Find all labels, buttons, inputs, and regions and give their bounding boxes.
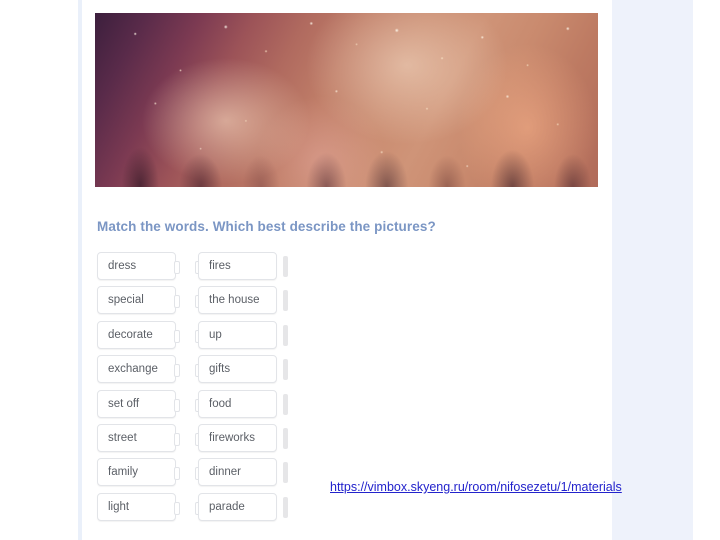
materials-url-link[interactable]: https://vimbox.skyeng.ru/room/nifosezetu… bbox=[330, 479, 675, 496]
word-chip-left[interactable]: family bbox=[97, 458, 176, 487]
connector-nub-icon[interactable] bbox=[174, 467, 180, 481]
word-chip-left[interactable]: light bbox=[97, 492, 176, 521]
drag-handle-icon[interactable] bbox=[283, 393, 288, 415]
connector-nub-icon[interactable] bbox=[174, 432, 180, 446]
word-chip-right[interactable]: the house bbox=[198, 286, 277, 315]
word-chip-right[interactable]: gifts bbox=[198, 355, 277, 384]
word-chip-left[interactable]: dress bbox=[97, 252, 176, 280]
connector-nub-icon[interactable] bbox=[174, 501, 180, 515]
connector-nub-icon[interactable] bbox=[174, 261, 180, 274]
exercise-title: Match the words. Which best describe the… bbox=[97, 219, 436, 234]
drag-handle-icon[interactable] bbox=[283, 496, 288, 518]
drag-handle-icon[interactable] bbox=[283, 256, 288, 277]
right-side-panel bbox=[612, 0, 693, 540]
word-chip-right[interactable]: up bbox=[198, 320, 277, 349]
word-chip-left[interactable]: set off bbox=[97, 389, 176, 418]
word-chip-right[interactable]: fireworks bbox=[198, 423, 277, 452]
drag-handle-icon[interactable] bbox=[283, 290, 288, 312]
word-chip-right[interactable]: parade bbox=[198, 492, 277, 521]
connector-nub-icon[interactable] bbox=[174, 329, 180, 343]
drag-handle-icon[interactable] bbox=[283, 427, 288, 449]
word-chip-right[interactable]: dinner bbox=[198, 458, 277, 487]
word-chip-left[interactable]: special bbox=[97, 286, 176, 315]
word-chip-right[interactable]: food bbox=[198, 389, 277, 418]
drag-handle-icon[interactable] bbox=[283, 324, 288, 346]
word-chip-right[interactable]: fires bbox=[198, 252, 277, 280]
drag-handle-icon[interactable] bbox=[283, 462, 288, 484]
connector-nub-icon[interactable] bbox=[174, 398, 180, 412]
connector-nub-icon[interactable] bbox=[174, 295, 180, 309]
celebration-photo bbox=[95, 13, 598, 187]
slide-canvas: Match the words. Which best describe the… bbox=[0, 0, 720, 540]
page-bottom-edge bbox=[82, 529, 612, 540]
word-chip-left[interactable]: street bbox=[97, 423, 176, 452]
word-chip-left[interactable]: decorate bbox=[97, 320, 176, 349]
connector-nub-icon[interactable] bbox=[174, 364, 180, 378]
word-chip-left[interactable]: exchange bbox=[97, 355, 176, 384]
confetti-overlay bbox=[95, 13, 598, 187]
drag-handle-icon[interactable] bbox=[283, 359, 288, 381]
